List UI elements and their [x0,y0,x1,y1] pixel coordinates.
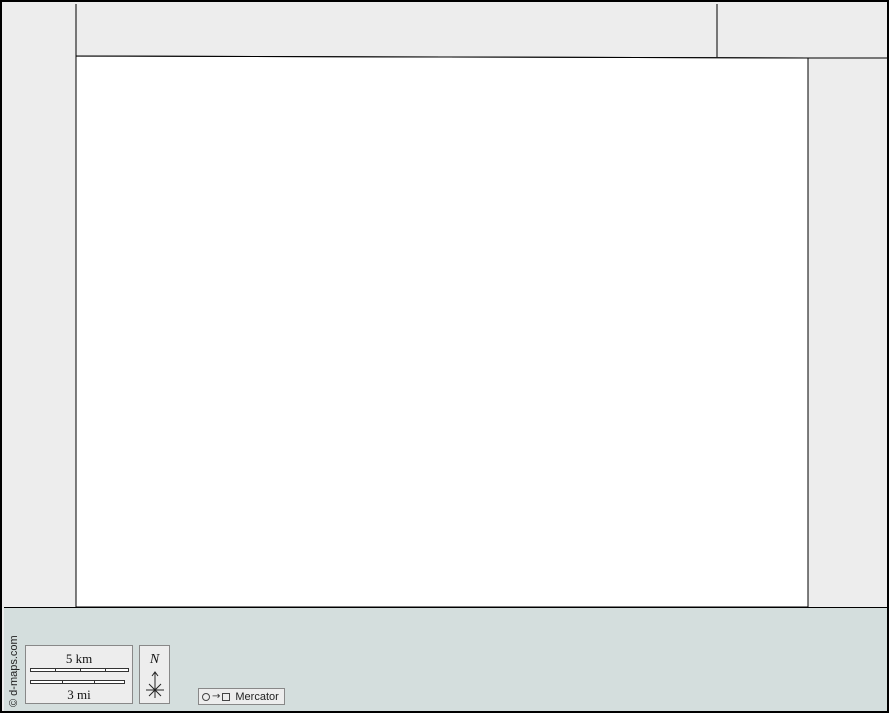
arrow-right-icon: → [212,690,221,702]
compass-icon [146,671,164,698]
projection-box: → Mercator [198,688,285,705]
scale-mi-label: 3 mi [67,687,91,702]
focus-area-region [75,55,809,608]
circle-icon [202,692,210,701]
square-icon [222,692,231,701]
projection-label: Mercator [235,690,279,703]
scale-bar-km [30,668,129,672]
water-band [4,607,887,711]
north-letter: N [149,652,160,667]
scale-bar-mi [30,680,125,684]
scale-km-label: 5 km [65,651,93,666]
scale-bar-box: 5 km 3 mi [25,645,133,704]
map-frame: © d-maps.com 5 km 3 mi N → Mercator [0,0,889,713]
north-arrow-box: N [139,645,170,704]
credit-text: © d-maps.com [8,635,20,707]
